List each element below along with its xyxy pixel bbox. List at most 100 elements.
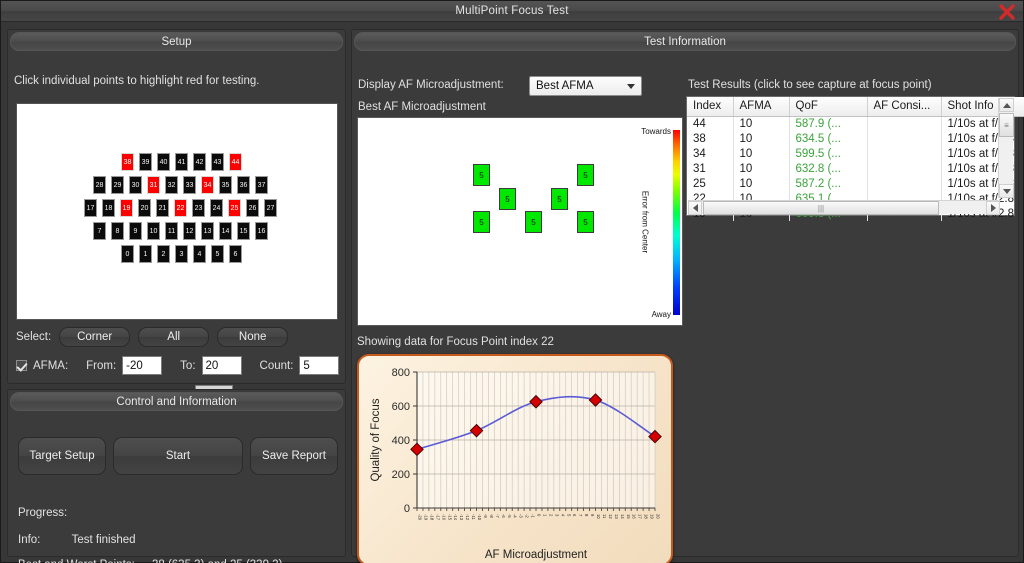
focus-point-2[interactable]: 2: [157, 245, 170, 263]
focus-point-8[interactable]: 8: [111, 222, 124, 240]
afma-map-point[interactable]: 5: [473, 164, 490, 186]
result-af-consistency: [867, 176, 942, 191]
test-information-header: Test Information: [354, 32, 1016, 51]
focus-point-36[interactable]: 36: [237, 176, 250, 194]
focus-point-4[interactable]: 4: [193, 245, 206, 263]
svg-text:-3: -3: [519, 514, 524, 518]
focus-point-7[interactable]: 7: [93, 222, 106, 240]
result-af-consistency: [867, 131, 942, 146]
focus-point-16[interactable]: 16: [255, 222, 268, 240]
column-header-index[interactable]: Index: [687, 97, 734, 117]
focus-point-44[interactable]: 44: [229, 153, 242, 171]
select-row: Select: Corner All None: [16, 327, 289, 347]
focus-point-42[interactable]: 42: [193, 153, 206, 171]
focus-point-32[interactable]: 32: [165, 176, 178, 194]
svg-text:800: 800: [392, 367, 410, 379]
scroll-right-icon[interactable]: [986, 201, 1000, 215]
afma-map-point[interactable]: 5: [499, 188, 516, 210]
focus-point-5[interactable]: 5: [211, 245, 224, 263]
save-report-button[interactable]: Save Report: [250, 437, 338, 475]
focus-point-15[interactable]: 15: [237, 222, 250, 240]
afma-checkbox[interactable]: [16, 360, 27, 371]
focus-point-22[interactable]: 22: [174, 199, 187, 217]
horizontal-scroll-thumb[interactable]: |||: [703, 201, 939, 215]
svg-text:-12: -12: [465, 514, 470, 521]
afma-map-point[interactable]: 5: [525, 211, 542, 233]
focus-point-30[interactable]: 30: [129, 176, 142, 194]
focus-point-35[interactable]: 35: [219, 176, 232, 194]
test-results-box[interactable]: Index AFMA QoF AF Consi... Shot Info 44 1…: [686, 96, 1024, 221]
afma-map-point[interactable]: 5: [577, 164, 594, 186]
afma-to-input[interactable]: [201, 356, 242, 375]
afma-count-input[interactable]: [299, 356, 340, 375]
svg-text:-13: -13: [459, 514, 464, 521]
focus-point-1[interactable]: 1: [139, 245, 152, 263]
focus-point-43[interactable]: 43: [211, 153, 224, 171]
focus-point-40[interactable]: 40: [157, 153, 170, 171]
focus-point-31[interactable]: 31: [147, 176, 160, 194]
results-horizontal-scrollbar[interactable]: |||: [688, 200, 1000, 215]
focus-point-14[interactable]: 14: [219, 222, 232, 240]
results-vertical-scrollbar[interactable]: ≡: [998, 98, 1014, 198]
focus-point-27[interactable]: 27: [264, 199, 277, 217]
afma-map-panel[interactable]: Towards Error from Center Away 5555555: [357, 117, 683, 326]
focus-point-row: 38 39 40 41 42 43 44: [121, 153, 242, 171]
select-label: Select:: [16, 331, 52, 343]
table-row[interactable]: 25 10 587.2 (... 1/10s at f/2.8: [687, 176, 1024, 191]
vertical-scroll-thumb[interactable]: ≡: [999, 113, 1014, 137]
focus-point-29[interactable]: 29: [111, 176, 124, 194]
scroll-down-icon[interactable]: [999, 184, 1014, 198]
afma-map-point[interactable]: 5: [577, 211, 594, 233]
focus-point-34[interactable]: 34: [201, 176, 214, 194]
focus-point-grid[interactable]: 38 39 40 41 42 43 44 28 29 30 31 32 33 34 35 36 37 17 18 19…: [16, 103, 338, 320]
focus-point-10[interactable]: 10: [147, 222, 160, 240]
focus-point-0[interactable]: 0: [121, 245, 134, 263]
focus-point-25[interactable]: 25: [228, 199, 241, 217]
target-setup-button[interactable]: Target Setup: [18, 437, 106, 475]
focus-point-41[interactable]: 41: [175, 153, 188, 171]
afma-map-point[interactable]: 5: [473, 211, 490, 233]
focus-point-24[interactable]: 24: [210, 199, 223, 217]
focus-point-11[interactable]: 11: [165, 222, 178, 240]
focus-point-13[interactable]: 13: [201, 222, 214, 240]
display-afma-selected-value: Best AFMA: [536, 80, 594, 92]
start-button[interactable]: Start: [113, 437, 243, 475]
colorbar-bottom-label: Away: [651, 310, 671, 319]
focus-point-17[interactable]: 17: [84, 199, 97, 217]
table-row[interactable]: 31 10 632.8 (... 1/10s at f/2.8: [687, 161, 1024, 176]
column-header-qof[interactable]: QoF: [789, 97, 868, 117]
focus-point-28[interactable]: 28: [93, 176, 106, 194]
table-row[interactable]: 34 10 599.5 (... 1/10s at f/2.8: [687, 146, 1024, 161]
focus-point-19[interactable]: 19: [120, 199, 133, 217]
focus-point-39[interactable]: 39: [139, 153, 152, 171]
select-none-button[interactable]: None: [217, 327, 289, 347]
focus-point-33[interactable]: 33: [183, 176, 196, 194]
focus-point-12[interactable]: 12: [183, 222, 196, 240]
result-af-consistency: [867, 146, 942, 161]
afma-from-input[interactable]: [122, 356, 163, 375]
focus-point-3[interactable]: 3: [175, 245, 188, 263]
column-header-af-consistency[interactable]: AF Consi...: [867, 97, 942, 117]
focus-point-18[interactable]: 18: [102, 199, 115, 217]
select-all-button[interactable]: All: [138, 327, 210, 347]
focus-point-21[interactable]: 21: [156, 199, 169, 217]
table-row[interactable]: 38 10 634.5 (... 1/10s at f/2.8: [687, 131, 1024, 146]
afma-map-point[interactable]: 5: [551, 188, 568, 210]
select-corner-button[interactable]: Corner: [59, 327, 131, 347]
scroll-up-icon[interactable]: [999, 98, 1014, 112]
focus-point-6[interactable]: 6: [229, 245, 242, 263]
display-afma-select[interactable]: Best AFMA: [529, 76, 642, 96]
svg-text:15: 15: [626, 514, 631, 519]
focus-point-23[interactable]: 23: [192, 199, 205, 217]
focus-point-38[interactable]: 38: [121, 153, 134, 171]
scroll-left-icon[interactable]: [688, 201, 702, 215]
table-row[interactable]: 44 10 587.9 (... 1/10s at f/2.8: [687, 116, 1024, 131]
focus-point-37[interactable]: 37: [255, 176, 268, 194]
focus-point-9[interactable]: 9: [129, 222, 142, 240]
svg-text:-4: -4: [513, 514, 518, 518]
focus-point-26[interactable]: 26: [246, 199, 259, 217]
column-header-afma[interactable]: AFMA: [733, 97, 790, 117]
colorbar-mid-label: Error from Center: [640, 190, 650, 253]
focus-point-20[interactable]: 20: [138, 199, 151, 217]
close-icon[interactable]: [995, 1, 1019, 23]
